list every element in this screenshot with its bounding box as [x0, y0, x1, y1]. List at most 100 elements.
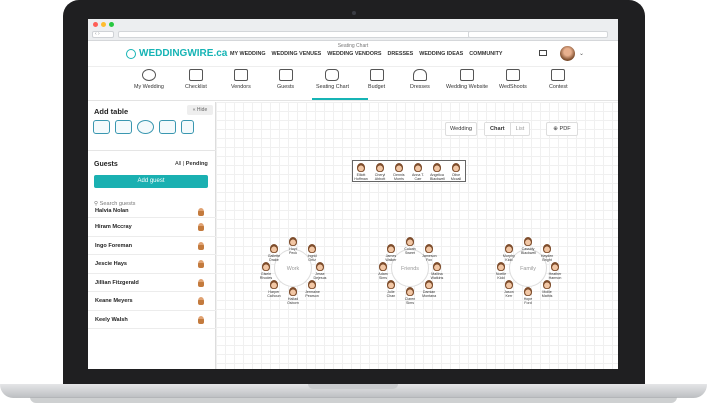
guest-seat[interactable]: Harper Calhoun	[267, 279, 281, 298]
guest-avatar-icon	[308, 244, 317, 254]
guest-seat[interactable]: Dennis Morris	[392, 163, 406, 181]
guest-seat[interactable]: Jermaine Pearson	[305, 279, 320, 298]
guest-seat[interactable]: Jameson Fox	[422, 244, 437, 262]
guest-seat[interactable]: Colorin Sweet	[403, 237, 417, 255]
list-item[interactable]: Hiram Mccray	[88, 218, 216, 237]
chart-view-button[interactable]: Chart	[485, 123, 510, 135]
square-table-icon[interactable]	[159, 120, 176, 134]
guest-seat[interactable]: Heather Harmon	[548, 262, 562, 280]
list-item[interactable]: Halvia Nolan	[88, 208, 216, 218]
tab-label: Vendors	[231, 84, 251, 90]
tab-checklist[interactable]: Checklist	[185, 69, 207, 90]
tab-my-wedding[interactable]: My Wedding	[134, 69, 164, 90]
guest-seat[interactable]: Jesse Dejesus	[313, 262, 327, 280]
add-guest-button[interactable]: Add guest	[94, 175, 208, 188]
guest-seat-label: Noelle Kidd	[495, 272, 507, 280]
guest-seat[interactable]: Anna T. Carr	[411, 163, 425, 181]
list-item[interactable]: Ingo Foreman	[88, 237, 216, 255]
filter-pending[interactable]: Pending	[186, 161, 208, 167]
guest-seat-label: Jermaine Pearson	[305, 289, 320, 298]
guest-seat[interactable]: Mollie Mathis	[540, 279, 554, 298]
tab-budget[interactable]: Budget	[368, 69, 385, 90]
guest-seat[interactable]: Hoyt Peck	[286, 237, 300, 255]
single-table-icon[interactable]	[181, 120, 194, 134]
dress-icon	[412, 69, 427, 81]
weddingwire-logo[interactable]: WEDDINGWIRE.ca	[126, 48, 227, 59]
guests-section: Guests All | Pending Add guest ⚲ Search …	[88, 150, 216, 207]
guest-avatar-icon	[269, 279, 278, 289]
search-guests[interactable]: ⚲ Search guests	[94, 201, 208, 207]
guest-seat-label: Colorin Sweet	[404, 247, 416, 255]
tab-vendors[interactable]: Vendors	[231, 69, 251, 90]
menu-wedding-venues[interactable]: WEDDING VENUES	[272, 51, 322, 57]
table-shapes	[93, 120, 194, 134]
hide-sidebar-button[interactable]: « Hide	[187, 105, 213, 115]
tab-dresses[interactable]: Dresses	[410, 69, 430, 90]
guest-seat[interactable]: Gisele Rhodes	[259, 262, 273, 280]
rectangle-table-icon[interactable]	[93, 120, 110, 134]
view-toggle: Chart List	[484, 122, 531, 136]
list-item[interactable]: Jillian Fitzgerald	[88, 274, 216, 292]
menu-wedding-ideas[interactable]: WEDDING IDEAS	[419, 51, 463, 57]
search-input[interactable]: Search guests	[100, 201, 136, 207]
guest-seat[interactable]: Claren Sims	[403, 287, 417, 305]
menu-my-wedding[interactable]: MY WEDDING	[230, 51, 266, 57]
tab-wedding-website[interactable]: Wedding Website	[446, 69, 488, 90]
guest-seat[interactable]: Elliott Hoffman	[354, 163, 368, 181]
filter-all[interactable]: All	[175, 161, 181, 167]
guest-avatar-icon	[198, 241, 204, 250]
close-window-icon[interactable]	[93, 22, 98, 27]
guest-avatar-icon	[198, 278, 204, 287]
chevron-down-icon[interactable]: ⌄	[579, 50, 584, 57]
tab-label: Wedding Website	[446, 84, 489, 90]
guest-seat[interactable]: Jason Kerr	[502, 279, 516, 298]
list-item[interactable]: Jescie Hays	[88, 255, 216, 274]
guest-seat[interactable]: Adam Sims	[376, 262, 390, 280]
guest-seat[interactable]: Mallina Watkins	[430, 262, 444, 280]
guest-seat[interactable]: Gallette Drake	[267, 244, 281, 262]
guest-seat[interactable]: Cassidy Blackwell	[521, 237, 536, 255]
menu-wedding-vendors[interactable]: WEDDING VENDORS	[327, 51, 381, 57]
wedding-event-button[interactable]: Wedding	[445, 122, 477, 136]
menu-dresses[interactable]: DRESSES	[387, 51, 413, 57]
guest-seat-label: Hope Ford	[523, 297, 533, 305]
list-view-button[interactable]: List	[509, 123, 530, 135]
guest-avatar-icon	[198, 315, 204, 324]
user-avatar[interactable]	[560, 46, 575, 61]
guest-seat[interactable]: Hayden Bright	[540, 244, 554, 262]
guest-seat[interactable]: Angelica Blackwell	[430, 163, 445, 181]
back-forward-buttons[interactable]: ‹ ›	[92, 31, 114, 38]
guest-seat[interactable]: Olive Mccall	[449, 163, 463, 181]
pdf-button[interactable]: ⊕ PDF	[546, 122, 578, 136]
round-table-icon[interactable]	[137, 120, 154, 134]
guest-name: Hiram Mccray	[95, 224, 132, 230]
browser-search-field[interactable]	[468, 31, 608, 38]
guest-seat[interactable]: Julie Chan	[384, 279, 398, 298]
maximize-window-icon[interactable]	[109, 22, 114, 27]
mail-icon[interactable]	[539, 50, 547, 56]
pdf-label: PDF	[559, 126, 571, 132]
tab-seating-chart[interactable]: Seating Chart	[316, 69, 349, 90]
long-table-icon[interactable]	[115, 120, 132, 134]
guest-seat[interactable]: Damian Montana	[422, 279, 436, 298]
planning-tools-nav: My Wedding Checklist Vendors Guests Seat…	[88, 67, 618, 101]
guest-seat[interactable]: Ingrid Ortiz	[305, 244, 319, 262]
guest-seat[interactable]: Hallad Osborn	[286, 287, 300, 305]
tab-contest[interactable]: Contest	[549, 69, 568, 90]
minimize-window-icon[interactable]	[101, 22, 106, 27]
menu-community[interactable]: COMMUNITY	[469, 51, 502, 57]
guest-seat[interactable]: Murphy Kidd	[502, 244, 516, 262]
guest-avatar-icon	[543, 244, 552, 254]
seating-canvas[interactable]: Wedding Chart List ⊕ PDF Elliott Hoffman…	[216, 102, 618, 369]
guest-avatar-icon	[406, 237, 414, 246]
guest-avatar-icon	[497, 262, 505, 271]
guest-seat[interactable]: James Walker	[384, 244, 398, 262]
tab-wedshoots[interactable]: WedShoots	[499, 69, 527, 90]
guest-seat[interactable]: Noelle Kidd	[494, 262, 508, 280]
list-item[interactable]: Keely Walsh	[88, 311, 216, 329]
list-item[interactable]: Keane Meyers	[88, 292, 216, 311]
guest-avatar-icon	[198, 223, 204, 231]
tab-guests[interactable]: Guests	[277, 69, 294, 90]
guest-seat[interactable]: Hope Ford	[521, 287, 535, 305]
guest-seat[interactable]: Cheryl Abbott	[373, 163, 387, 181]
